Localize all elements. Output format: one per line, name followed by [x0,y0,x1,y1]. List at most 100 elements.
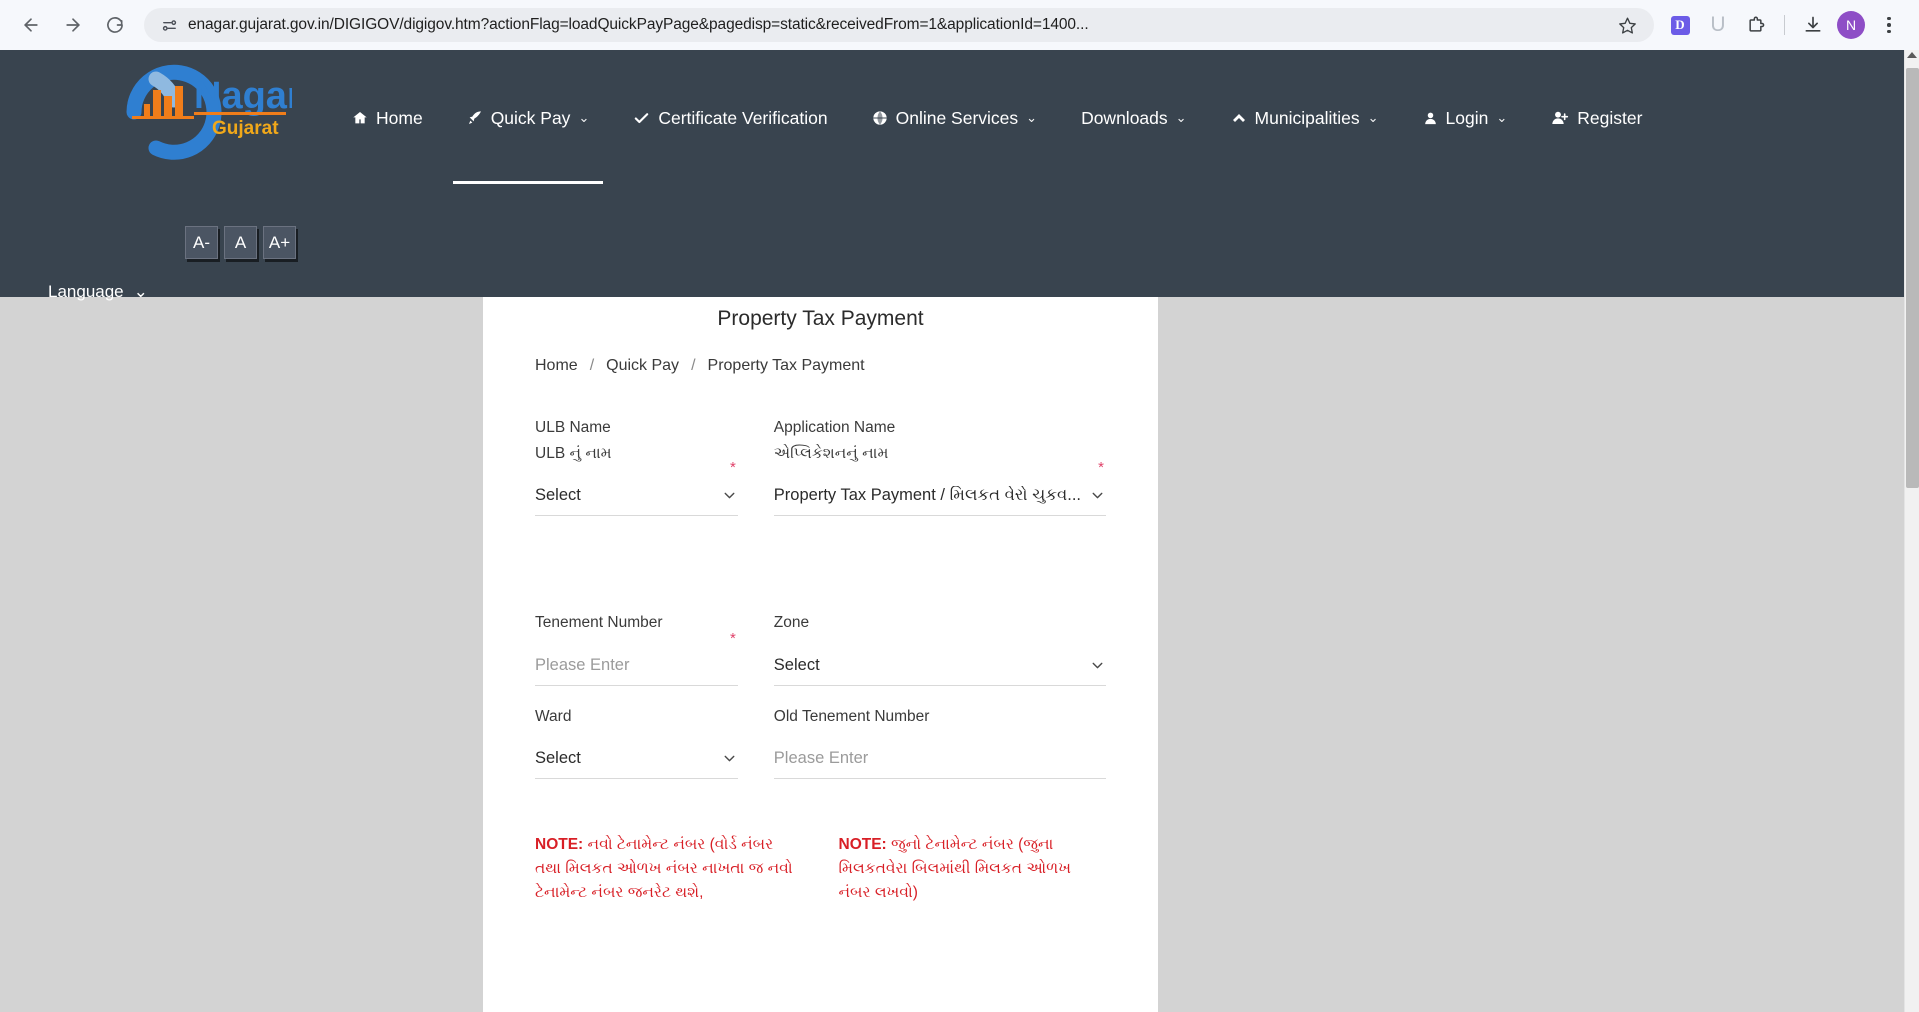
profile-initial: N [1837,11,1865,39]
scrollbar-thumb[interactable] [1906,68,1919,488]
ulb-name-label: ULB Name ULB નું નામ [535,415,738,466]
avatar[interactable]: N [1833,7,1869,43]
field-old-tenement-number: Old Tenement Number Please Enter [773,704,1106,798]
check-icon [633,110,650,127]
zone-label: Zone [773,614,810,631]
required-indicator: * [729,459,736,476]
site-settings-icon[interactable] [156,12,182,38]
old-tenement-number-label: Old Tenement Number [773,707,930,725]
browser-extension-icons: D U N [1662,7,1907,43]
browser-toolbar: enagar.gujarat.gov.in/DIGIGOV/digigov.ht… [0,0,1919,50]
nav-online-services-label: Online Services [895,107,1019,128]
chevron-down-icon: ⌄ [1496,110,1508,125]
field-ulb-name: ULB Name ULB નું નામ * Select [535,415,738,610]
nav-login[interactable]: Login ⌄ [1401,96,1530,140]
extension-u-icon[interactable]: U [1700,7,1736,43]
building-icon [1231,110,1247,126]
ulb-name-label-en: ULB Name [535,419,611,436]
required-indicator: * [1098,459,1104,476]
nav-home[interactable]: Home [330,96,445,140]
nav-municipalities[interactable]: Municipalities ⌄ [1209,96,1401,140]
font-size-decrease-button[interactable]: A- [185,226,218,259]
svg-text:Gujarat: Gujarat [212,118,279,139]
breadcrumb-quick-pay[interactable]: Quick Pay [606,357,679,375]
page-title: Property Tax Payment [717,307,924,330]
chevron-down-icon: ⌄ [1026,110,1038,125]
nav-register-label: Register [1577,107,1643,128]
nav-online-services[interactable]: Online Services ⌄ [850,96,1059,140]
download-icon[interactable] [1795,7,1831,43]
nav-quick-pay[interactable]: Quick Pay ⌄ [445,96,612,184]
font-size-increase-button[interactable]: A+ [263,226,296,259]
ulb-name-label-gu: ULB નું નામ [535,444,612,462]
star-icon[interactable] [1614,12,1640,38]
nav-register[interactable]: Register [1529,96,1664,140]
chevron-down-icon [721,487,738,504]
ward-label: Ward [535,707,572,725]
tenement-number-label: Tenement Number [535,614,663,631]
extension-d-label: D [1670,15,1690,35]
application-name-value: Property Tax Payment / મિલકત વેરો ચુકવ..… [773,486,1081,505]
field-zone: Zone Select [773,610,1106,704]
application-name-select[interactable]: Property Tax Payment / મિલકત વેરો ચુકવ..… [773,476,1106,517]
reload-icon[interactable] [96,6,134,44]
zone-value: Select [773,655,820,674]
quick-pay-form: ULB Name ULB નું નામ * Select Applicatio… [535,415,1106,797]
note-right-prefix: NOTE: [838,836,887,854]
chevron-down-icon: ⌄ [133,282,148,301]
nav-downloads[interactable]: Downloads ⌄ [1059,96,1208,140]
breadcrumb-current: Property Tax Payment [707,357,865,374]
old-tenement-number-input[interactable]: Please Enter [773,739,1106,780]
scroll-up-arrow-icon[interactable] [1907,52,1917,58]
chevron-down-icon [1089,657,1106,674]
chevron-down-icon: ⌄ [578,110,590,125]
puzzle-icon[interactable] [1738,7,1774,43]
breadcrumb-home[interactable]: Home [535,357,578,375]
field-ward: Ward Select [535,704,738,798]
nav-downloads-label: Downloads [1081,107,1168,128]
nav-certificate-verification-label: Certificate Verification [658,107,828,128]
back-arrow-icon[interactable] [12,6,50,44]
chevron-down-icon: ⌄ [1367,110,1379,125]
breadcrumb-separator: / [589,357,595,374]
font-size-controls: A- A A+ [185,226,296,259]
extension-u-label: U [1710,13,1726,36]
tenement-number-input[interactable]: Please Enter [535,646,738,686]
breadcrumb-separator: / [691,357,696,374]
field-tenement-number: Tenement Number * Please Enter [535,610,738,704]
rocket-icon [467,110,483,126]
ulb-name-value: Select [535,486,581,505]
application-name-label-gu: એપ્લિકેશનનું નામ [773,444,889,462]
language-label: Language [48,282,124,301]
page-scrollbar[interactable] [1904,50,1919,1012]
svg-text:Nagar: Nagar [194,75,292,117]
old-tenement-number-placeholder: Please Enter [773,749,869,768]
site-header: Nagar Gujarat Home Quick Pay ⌄ Certifica… [0,50,1904,301]
address-bar[interactable]: enagar.gujarat.gov.in/DIGIGOV/digigov.ht… [144,8,1654,42]
breadcrumb: Home / Quick Pay / Property Tax Payment [535,357,1106,375]
ulb-name-select[interactable]: Select [535,476,738,517]
nav-login-label: Login [1445,107,1489,128]
application-name-label: Application Name એપ્લિકેશનનું નામ [774,415,1106,466]
kebab-menu-icon[interactable] [1871,7,1907,43]
extension-d-icon[interactable]: D [1662,7,1698,43]
font-size-normal-button[interactable]: A [224,226,257,259]
nav-municipalities-label: Municipalities [1254,107,1360,128]
note-new-tenement: NOTE: નવો ટેનામેન્ટ નંબર (વોર્ડ નંબર તથા… [535,833,803,905]
language-selector[interactable]: Language ⌄ [48,282,148,302]
ward-value: Select [535,749,581,768]
nav-certificate-verification[interactable]: Certificate Verification [611,96,849,140]
main-navigation: Home Quick Pay ⌄ Certificate Verificatio… [330,96,1664,184]
ward-select[interactable]: Select [535,739,738,780]
globe-icon [872,110,888,126]
zone-select[interactable]: Select [773,646,1106,686]
tenement-number-placeholder: Please Enter [535,655,630,674]
page-viewport: Nagar Gujarat Home Quick Pay ⌄ Certifica… [0,50,1904,1012]
home-icon [352,110,368,126]
chevron-down-icon [1089,487,1106,504]
nav-quick-pay-label: Quick Pay [490,107,571,128]
field-application-name: Application Name એપ્લિકેશનનું નામ * Prop… [773,415,1106,610]
note-left-prefix: NOTE: [535,836,584,854]
enagar-logo[interactable]: Nagar Gujarat [72,60,302,165]
forward-arrow-icon[interactable] [54,6,92,44]
